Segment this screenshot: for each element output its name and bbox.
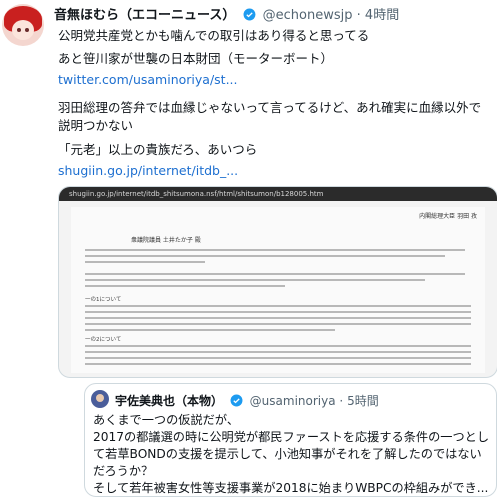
text-line-placeholder	[85, 351, 471, 353]
document-title: 衆議院議員 土井たか子 殿	[131, 237, 201, 244]
text-line-placeholder	[85, 305, 471, 307]
tweet-header: 音無ほむら（エコーニュース） @echonewsjp · 4時間	[54, 4, 399, 24]
text-line-placeholder	[85, 249, 465, 251]
quoted-text-line: あくまで一つの仮説だが、	[93, 413, 240, 427]
document-section-heading: 一の2について	[85, 337, 122, 343]
text-line-placeholder	[85, 357, 471, 359]
text-line-placeholder	[85, 363, 471, 365]
author-avatar[interactable]	[2, 4, 44, 46]
quoted-header-separator: ·	[339, 394, 344, 408]
tweet-text-line: 「元老」以上の貴族だろ、あいつら	[58, 142, 258, 157]
verified-badge-icon	[243, 8, 255, 21]
text-line-placeholder	[85, 285, 285, 287]
text-line-placeholder	[85, 329, 335, 331]
document-header: 内閣総理大臣 羽田 孜	[419, 213, 477, 220]
tweet-link[interactable]: shugiin.go.jp/internet/itdb_...	[58, 163, 238, 178]
quoted-text-line: て若草BONDの支援を提示して、小池知事がそれを了解したのではない	[93, 447, 482, 461]
tweet-text-line: 公明党共産党とかも噛んでの取引はあり得ると思ってる	[58, 28, 370, 43]
text-line-placeholder	[85, 255, 445, 257]
quoted-text-line: だろうか？	[93, 464, 154, 478]
quoted-author-name[interactable]: 宇佐美典也（本物）	[115, 394, 223, 408]
tweet-text-line: 説明つかない	[58, 118, 134, 133]
text-line-placeholder	[85, 345, 471, 347]
author-name[interactable]: 音無ほむら（エコーニュース）	[54, 8, 235, 23]
screenshot-url-bar: shugiin.go.jp/internet/itdb_shitsumona.n…	[59, 187, 497, 201]
tweet-text-line: 羽田総理の答弁では血縁じゃないって言ってるけど、あれ確実に血縁以外で	[58, 100, 482, 115]
quoted-author-avatar[interactable]	[91, 390, 109, 408]
quoted-tweet-time[interactable]: 5時間	[347, 394, 379, 408]
text-line-placeholder	[85, 311, 471, 313]
quoted-author-handle[interactable]: @usaminoriya	[250, 394, 336, 408]
author-handle[interactable]: @echonewsjp	[263, 8, 353, 23]
quoted-tweet-header: 宇佐美典也（本物） @usaminoriya · 5時間	[115, 392, 379, 409]
header-separator: ·	[356, 8, 361, 23]
attached-screenshot[interactable]: shugiin.go.jp/internet/itdb_shitsumona.n…	[58, 186, 497, 378]
tweet-link[interactable]: twitter.com/usaminoriya/st...	[58, 72, 238, 87]
quoted-text-line: 2017の都議選の時に公明党が都民ファーストを応援する条件の一つとし	[93, 430, 490, 444]
quoted-tweet[interactable]: 宇佐美典也（本物） @usaminoriya · 5時間 あくまで一つの仮説だが…	[84, 383, 497, 497]
document-section-heading: 一の1について	[85, 297, 122, 303]
tweet[interactable]: 音無ほむら（エコーニュース） @echonewsjp · 4時間 公明党共産党と…	[0, 0, 497, 497]
tweet-text-line: あと笹川家が世襲の日本財団（モーターボート）	[58, 51, 334, 66]
quoted-text-line: そして若年被害女性等支援事業が2018に始まりWBPCの枠組みができ...	[93, 481, 489, 495]
verified-badge-icon	[230, 394, 243, 407]
text-line-placeholder	[85, 279, 425, 281]
tweet-time[interactable]: 4時間	[365, 8, 399, 23]
text-line-placeholder	[85, 261, 205, 263]
document-page: 内閣総理大臣 羽田 孜 衆議院議員 土井たか子 殿 一の1について 一の2につい…	[71, 207, 485, 373]
text-line-placeholder	[85, 273, 465, 275]
text-line-placeholder	[85, 323, 471, 325]
text-line-placeholder	[85, 317, 471, 319]
